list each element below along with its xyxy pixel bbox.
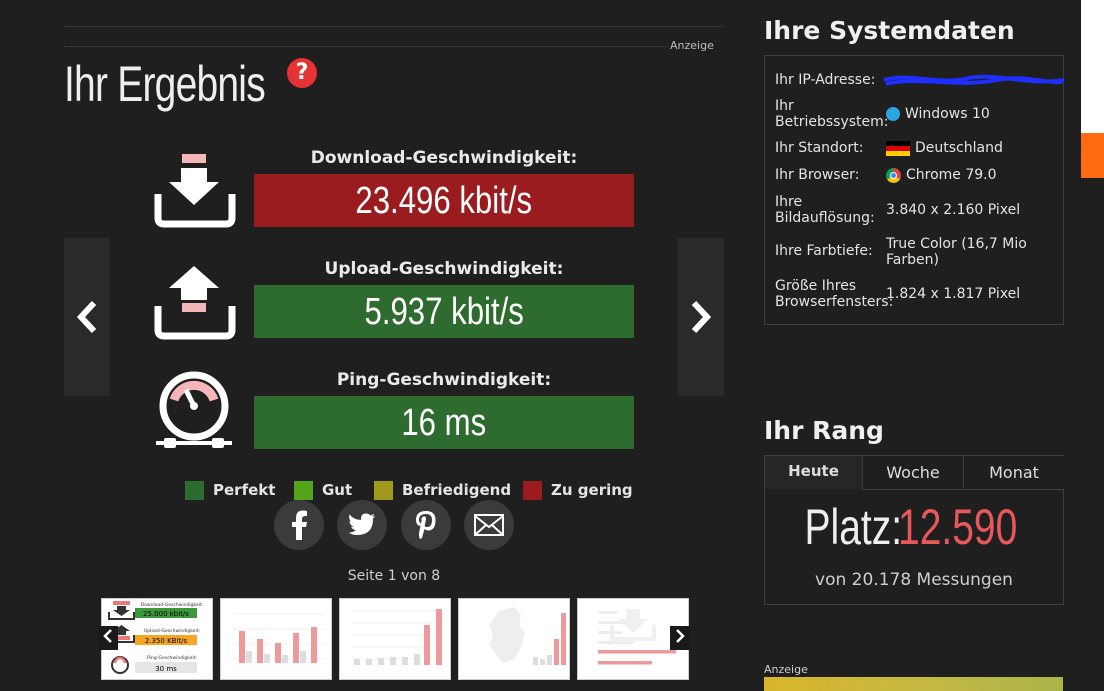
legend-item-befriedigend: Befriedigend	[374, 480, 511, 500]
thumb-download-value: 25.000 kbit/s	[143, 610, 189, 618]
thumb-ping-value: 30 ms	[155, 665, 177, 673]
sys-key: Ihre Bildauflösung:	[775, 194, 875, 226]
upload-icon	[154, 266, 236, 340]
thumbnail-3-preview	[352, 609, 445, 665]
sys-key: Ihr Browser:	[775, 167, 860, 183]
page-title: Ihr Ergebnis	[64, 56, 266, 112]
system-data-title: Ihre Systemdaten	[764, 16, 1015, 45]
thumbnail-next-button[interactable]	[670, 626, 690, 650]
tab-woche[interactable]: Woche	[862, 456, 963, 490]
chrome-icon	[886, 168, 901, 183]
download-value: 23.496 kbit/s	[355, 180, 533, 222]
pinterest-icon	[416, 511, 436, 539]
rank-value: 12.590	[898, 499, 1018, 555]
share-email-button[interactable]	[464, 500, 514, 550]
page-info: Seite 1 von 8	[347, 568, 441, 584]
legend-label: Gut	[322, 481, 353, 499]
legend-swatch	[294, 480, 313, 500]
rank-panel: Heute Woche Monat Platz:12.590 von 20.17…	[764, 455, 1064, 605]
sys-value: True Color (16,7 Mio Farben)	[886, 236, 1027, 268]
help-icon[interactable]: ?	[287, 58, 317, 88]
thumbnail-prev-button[interactable]	[98, 626, 118, 650]
top-divider	[64, 26, 724, 27]
download-icon	[154, 154, 236, 228]
thumb-upload-label: Upload-Geschwindigkeit:	[144, 628, 200, 634]
system-data-panel: Ihr IP-Adresse: Ihr Betriebssystem: Wind…	[764, 55, 1066, 325]
thumb-upload-value: 2.350 KBit/s	[145, 637, 188, 645]
share-pinterest-button[interactable]	[401, 500, 451, 550]
chevron-right-icon	[691, 300, 712, 334]
download-label: Download-Geschwindigkeit:	[310, 148, 578, 168]
legend-swatch	[523, 480, 542, 500]
twitter-icon	[348, 513, 375, 535]
ad-banner[interactable]	[764, 677, 1063, 691]
thumbnail-2[interactable]	[220, 598, 332, 680]
sys-value: 3.840 x 2.160 Pixel	[886, 202, 1021, 218]
legend-label: Perfekt	[213, 481, 276, 499]
sys-value: Deutschland	[915, 140, 1003, 156]
tab-monat[interactable]: Monat	[963, 456, 1064, 490]
thumbnail-1-preview: Download-Geschwindigkeit: 25.000 kbit/s …	[108, 601, 204, 674]
sys-key: Ihr Standort:	[775, 140, 864, 156]
share-facebook-button[interactable]	[274, 500, 324, 550]
windows-icon	[886, 107, 900, 121]
redaction-scribble	[883, 74, 1065, 86]
upload-value-bar: 5.937 kbit/s	[254, 285, 634, 338]
sys-key: Ihre Farbtiefe:	[775, 243, 873, 259]
thumbnail-2-preview	[233, 613, 326, 663]
ping-value: 16 ms	[401, 402, 487, 444]
upload-value: 5.937 kbit/s	[364, 291, 524, 333]
legend-label: Befriedigend	[402, 481, 512, 499]
sys-value: Windows 10	[905, 106, 990, 122]
ad-label: Anzeige	[670, 39, 714, 52]
legend-item-gut: Gut	[294, 480, 352, 500]
legend-swatch	[374, 480, 393, 500]
legend-swatch	[185, 480, 204, 500]
sys-val-location: Deutschland	[886, 140, 1066, 156]
sys-value: 1.824 x 1.817 Pixel	[886, 286, 1021, 302]
next-slide-button[interactable]	[678, 238, 724, 396]
legend-item-zu-gering: Zu gering	[523, 480, 633, 500]
ad-label: Anzeige	[764, 663, 808, 676]
sys-key: Größe Ihres Browserfensters:	[775, 278, 894, 310]
sys-val-browser: Chrome 79.0	[886, 167, 1066, 183]
sys-value: Chrome 79.0	[906, 167, 997, 183]
ping-value-bar: 16 ms	[254, 396, 634, 449]
thumb-download-label: Download-Geschwindigkeit:	[141, 602, 204, 608]
chevron-right-icon	[676, 629, 685, 643]
ip-value-redacted	[883, 72, 1066, 92]
thumbnail-3[interactable]	[339, 598, 451, 680]
download-value-bar: 23.496 kbit/s	[254, 174, 634, 227]
rank-line: Platz:12.590	[765, 498, 1063, 556]
tab-heute[interactable]: Heute	[765, 456, 862, 489]
share-twitter-button[interactable]	[337, 500, 387, 550]
sys-key: Ihr IP-Adresse:	[775, 72, 876, 88]
legend-label: Zu gering	[551, 481, 633, 499]
chevron-left-icon	[76, 300, 97, 334]
thumb-ping-label: Ping-Geschwindigkeit:	[147, 655, 197, 661]
germany-flag-icon	[886, 141, 910, 156]
facebook-icon	[292, 510, 307, 540]
thumbnail-4-preview	[489, 607, 566, 665]
ping-gauge-icon	[156, 371, 232, 448]
thumbnail-4[interactable]	[458, 598, 570, 680]
email-icon	[474, 514, 504, 536]
sys-key: Ihr Betriebssystem:	[775, 98, 889, 130]
side-ad-accent	[1081, 133, 1104, 178]
sys-val-os: Windows 10	[886, 106, 1066, 122]
rank-title: Ihr Rang	[764, 416, 884, 445]
rank-subtitle: von 20.178 Messungen	[815, 570, 1013, 590]
chevron-left-icon	[103, 629, 112, 643]
legend-item-perfekt: Perfekt	[185, 480, 275, 500]
upload-label: Upload-Geschwindigkeit:	[324, 259, 564, 279]
rank-label: Platz:	[804, 499, 903, 555]
ad-divider	[64, 46, 668, 47]
prev-slide-button[interactable]	[64, 238, 110, 396]
ping-label: Ping-Geschwindigkeit:	[336, 370, 552, 390]
